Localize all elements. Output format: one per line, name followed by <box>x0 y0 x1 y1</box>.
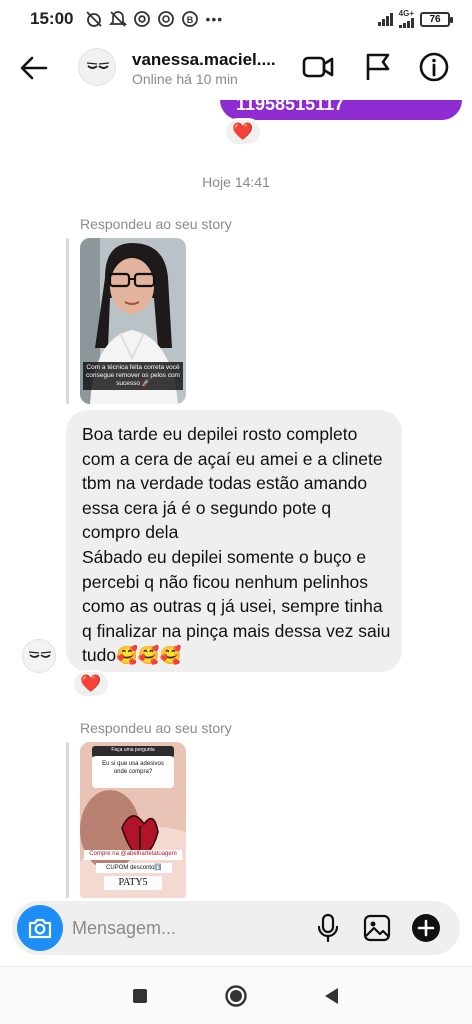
message-composer <box>12 901 460 955</box>
add-button[interactable] <box>410 912 442 944</box>
camera-icon <box>28 918 52 939</box>
camera-button[interactable] <box>17 905 63 951</box>
at-icon <box>158 11 175 27</box>
status-time: 15:00 <box>30 9 74 28</box>
story-reply-label-2: Respondeu ao seu story <box>80 720 232 736</box>
story-thumbnail[interactable]: Com a técnica feita correta você consegu… <box>80 238 186 404</box>
reply-indicator-bar <box>66 238 69 404</box>
system-icons: 4G+ 76 <box>377 9 453 28</box>
coupon-code: PATY5 <box>118 877 148 888</box>
reaction-badge[interactable]: ❤️ <box>224 118 262 146</box>
signal-icon-2 <box>398 18 414 28</box>
notification-icons: B ••• <box>85 10 223 28</box>
reaction-badge-2[interactable]: ❤️ <box>72 670 110 698</box>
info-icon[interactable] <box>418 51 450 83</box>
alarm-off-icon <box>86 11 103 27</box>
b-badge-icon: B <box>182 11 199 27</box>
back-triangle-icon <box>325 988 338 1004</box>
story-thumbnail-2[interactable]: Faça uma pergunta Eu si que usa adesivos… <box>80 742 186 898</box>
sent-message-bubble[interactable]: 11958515117 <box>220 100 462 120</box>
video-call-icon[interactable] <box>302 51 334 83</box>
question-box-title: Faça uma pergunta <box>111 747 155 753</box>
chat-thread[interactable]: 11958515117 ❤️ Hoje 14:41 Respondeu ao s… <box>0 100 472 898</box>
received-message-text: Boa tarde eu depilei rosto completo com … <box>82 424 391 666</box>
sender-avatar[interactable] <box>22 639 56 673</box>
reply-indicator-bar-2 <box>66 742 69 898</box>
avatar-logo-icon <box>86 62 110 69</box>
signal-icon <box>377 12 393 26</box>
back-arrow-icon[interactable] <box>18 52 50 84</box>
online-status: Online há 10 min <box>132 71 238 87</box>
battery-icon: 76 <box>420 11 453 27</box>
home-button[interactable] <box>222 982 250 1010</box>
chat-username[interactable]: vanessa.maciel.... <box>132 50 276 70</box>
mute-icon <box>109 11 128 27</box>
plus-circle-icon <box>412 914 440 942</box>
recents-icon <box>133 989 147 1003</box>
battery-level: 76 <box>429 13 441 25</box>
gallery-icon <box>363 914 391 942</box>
status-bar: 15:00 B ••• 4G+ 76 <box>0 0 472 38</box>
store-tag: Compre na @abelhartetatuagem <box>89 851 177 857</box>
heart-reaction-2: ❤️ <box>80 674 102 693</box>
home-icon <box>225 985 247 1007</box>
avatar-logo-icon <box>28 651 52 658</box>
chat-header: vanessa.maciel.... Online há 10 min <box>0 38 472 100</box>
more-notifications-icon: ••• <box>205 11 224 27</box>
microphone-icon <box>317 913 339 943</box>
story-caption: Com a técnica feita correta você consegu… <box>86 364 180 387</box>
avatar[interactable] <box>78 48 116 86</box>
network-label: 4G+ <box>398 9 414 18</box>
chrome-icon <box>134 11 151 27</box>
story-reply-label: Respondeu ao seu story <box>80 216 232 232</box>
svg-text:B: B <box>187 15 194 25</box>
microphone-button[interactable] <box>312 912 344 944</box>
day-separator: Hoje 14:41 <box>202 174 270 190</box>
coupon-text: CUPOM desconto⬇️ <box>106 865 162 871</box>
received-message-bubble[interactable]: Boa tarde eu depilei rosto completo com … <box>66 410 402 672</box>
question-text: Eu si que usa adesivos onde compra? <box>102 761 164 775</box>
heart-reaction: ❤️ <box>232 122 254 141</box>
sent-message-text: 11958515117 <box>236 100 345 114</box>
flag-icon[interactable] <box>362 51 394 83</box>
recents-button[interactable] <box>126 982 154 1010</box>
gallery-button[interactable] <box>361 912 393 944</box>
message-input[interactable] <box>72 910 292 946</box>
back-button[interactable] <box>318 982 346 1010</box>
system-nav-bar <box>0 966 472 1024</box>
